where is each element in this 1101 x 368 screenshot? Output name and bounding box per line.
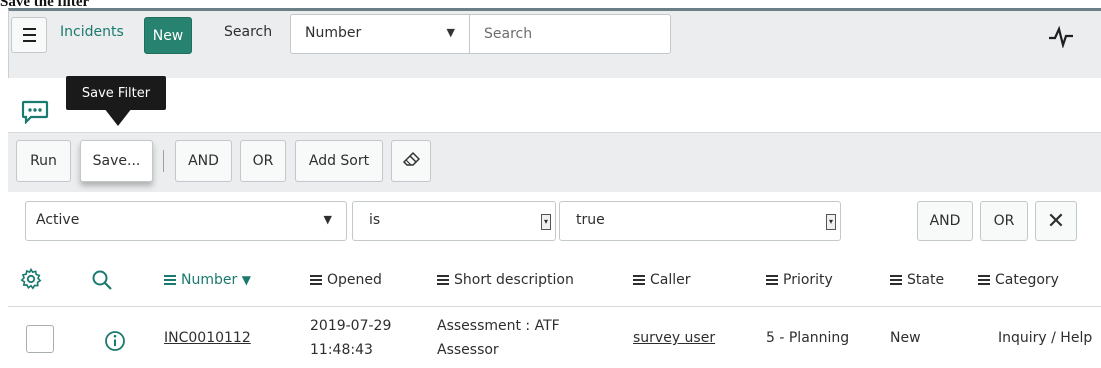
column-header-opened[interactable]: Opened — [310, 272, 382, 288]
add-sort-button[interactable]: Add Sort — [295, 140, 383, 182]
cell-short-description-line2: Assessor — [437, 342, 499, 358]
chat-icon[interactable] — [21, 100, 49, 128]
save-filter-button[interactable]: Save... — [80, 140, 153, 182]
cell-short-description-line1: Assessment : ATF — [437, 318, 560, 334]
column-label: Category — [995, 272, 1059, 288]
cell-category: Inquiry / Help — [998, 330, 1093, 346]
hamburger-icon — [22, 26, 36, 44]
column-label: Caller — [650, 272, 691, 288]
column-menu-icon[interactable] — [164, 273, 176, 287]
column-label: Number — [181, 272, 238, 288]
and-condition-button[interactable]: AND — [175, 140, 232, 182]
clear-filter-button[interactable] — [391, 140, 431, 182]
column-label: Opened — [327, 272, 382, 288]
dropdown-arrow-icon: ▼ — [323, 213, 332, 226]
column-menu-icon[interactable] — [766, 273, 778, 287]
column-label: Priority — [783, 272, 833, 288]
cell-priority: 5 - Planning — [766, 330, 850, 346]
search-field-value: Number — [305, 25, 362, 41]
tooltip-arrow — [104, 108, 132, 126]
dropdown-arrow-icon: ▼ — [446, 26, 455, 39]
remove-condition-button[interactable]: ✕ — [1035, 201, 1077, 241]
condition-field-value: Active — [36, 212, 80, 228]
activity-row — [8, 86, 1101, 130]
cell-opened-time: 11:48:43 — [310, 342, 373, 358]
toolbar-divider — [163, 150, 164, 172]
eraser-icon — [402, 151, 421, 171]
column-header-category[interactable]: Category — [978, 272, 1059, 288]
sort-down-icon: ▼ — [241, 273, 251, 287]
search-input[interactable] — [469, 14, 671, 54]
filter-toolbar — [8, 132, 1101, 192]
cell-state: New — [890, 330, 921, 346]
cell-caller-link[interactable]: survey user — [633, 330, 715, 346]
column-header-short-description[interactable]: Short description — [437, 272, 574, 288]
condition-field-select[interactable]: Active ▼ — [25, 201, 347, 241]
column-menu-icon[interactable] — [633, 273, 645, 287]
column-menu-icon[interactable] — [890, 273, 902, 287]
add-or-condition-button[interactable]: OR — [980, 201, 1028, 241]
column-label: Short description — [454, 272, 574, 288]
gear-icon[interactable] — [20, 267, 42, 294]
condition-operator-select[interactable]: is ▾ — [352, 201, 556, 241]
run-filter-button[interactable]: Run — [16, 140, 71, 182]
cell-number-link[interactable]: INC0010112 — [164, 330, 251, 346]
pulse-icon[interactable] — [1048, 25, 1074, 52]
column-label: State — [907, 272, 945, 288]
dropdown-arrow-icon: ▾ — [541, 214, 551, 230]
column-menu-icon[interactable] — [310, 273, 322, 287]
column-header-priority[interactable]: Priority — [766, 272, 833, 288]
info-icon[interactable] — [104, 330, 126, 356]
save-filter-tooltip: Save Filter — [66, 76, 166, 110]
column-menu-icon[interactable] — [978, 273, 990, 287]
search-label: Search — [224, 24, 273, 40]
cell-opened-date: 2019-07-29 — [310, 318, 392, 334]
or-condition-button[interactable]: OR — [240, 140, 286, 182]
list-title-link[interactable]: Incidents — [60, 24, 124, 40]
condition-value: true — [576, 212, 605, 228]
condition-value-select[interactable]: true ▾ — [559, 201, 841, 241]
row-select-checkbox[interactable] — [26, 325, 54, 353]
new-button[interactable]: New — [144, 17, 192, 54]
condition-operator-value: is — [369, 212, 381, 228]
hamburger-menu-button[interactable] — [11, 17, 47, 53]
search-field-select[interactable]: Number ▼ — [290, 14, 470, 54]
column-header-state[interactable]: State — [890, 272, 944, 288]
dropdown-arrow-icon: ▾ — [826, 214, 836, 230]
column-menu-icon[interactable] — [437, 273, 449, 287]
column-header-caller[interactable]: Caller — [633, 272, 691, 288]
add-and-condition-button[interactable]: AND — [917, 201, 973, 241]
column-header-number[interactable]: Number ▼ — [164, 272, 251, 288]
search-icon[interactable] — [91, 269, 113, 295]
